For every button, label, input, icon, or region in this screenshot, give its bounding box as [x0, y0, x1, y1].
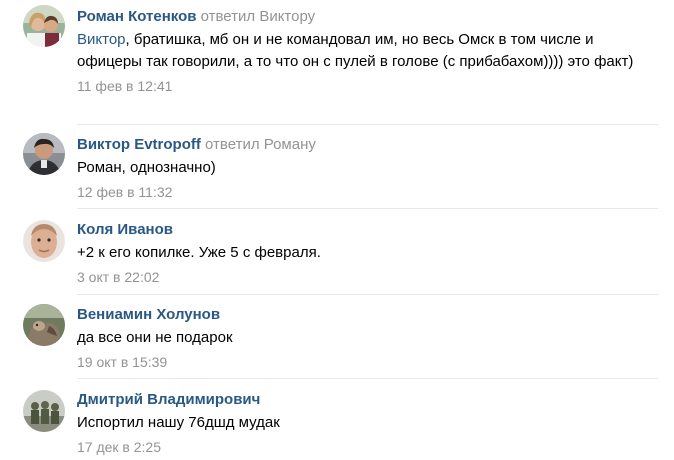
comment-header: Роман Котенков ответил Виктору [77, 7, 658, 26]
comment-text-body: Роман, однозначно) [77, 159, 216, 176]
comment-text-body: Испортил нашу 76дшд мудак [77, 414, 280, 431]
comment-date[interactable]: 17 дек в 2:25 [77, 438, 658, 456]
avatar[interactable] [23, 304, 65, 346]
comment-text: +2 к его копилке. Уже 5 с февраля. [77, 242, 658, 264]
divider [77, 208, 658, 209]
divider [77, 124, 658, 125]
comment-text: Роман, однозначно) [77, 157, 658, 179]
author-link[interactable]: Вениамин Холунов [77, 306, 220, 323]
author-link[interactable]: Роман Котенков [77, 8, 196, 25]
divider [77, 294, 658, 295]
comment-header: Дмитрий Владимирович [77, 390, 658, 409]
mention-link[interactable]: Виктор [77, 31, 126, 48]
reply-label[interactable]: ответил Виктору [201, 8, 316, 25]
avatar-man-photo [23, 133, 65, 175]
comment-header: Вениамин Холунов [77, 305, 658, 324]
comment-text-body: +2 к его копилке. Уже 5 с февраля. [77, 244, 321, 261]
author-link[interactable]: Дмитрий Владимирович [77, 391, 260, 408]
comment-text: да все они не подарок [77, 327, 658, 349]
author-link[interactable]: Виктор Evtropoff [77, 136, 201, 153]
avatar[interactable] [23, 220, 65, 262]
avatar[interactable] [23, 390, 65, 432]
avatar-animal-photo [23, 304, 65, 346]
reply-label[interactable]: ответил Роману [205, 136, 316, 153]
avatar[interactable] [23, 133, 65, 175]
comment-header: Коля Иванов [77, 220, 658, 239]
comment-date[interactable]: 11 фев в 12:41 [77, 77, 658, 95]
comment-date[interactable]: 3 окт в 22:02 [77, 268, 658, 286]
comment-text: Виктор, братишка, мб он и не командовал … [77, 29, 658, 73]
author-link[interactable]: Коля Иванов [77, 221, 173, 238]
avatar-soldiers-photo [23, 390, 65, 432]
comment-date[interactable]: 12 фев в 11:32 [77, 183, 658, 201]
avatar[interactable] [23, 5, 65, 47]
avatar-face-photo [23, 220, 65, 262]
comment-text-body: да все они не подарок [77, 329, 233, 346]
comment-date[interactable]: 19 окт в 15:39 [77, 353, 658, 371]
avatar-couple-photo [23, 5, 65, 47]
comment-text-body: , братишка, мб он и не командовал им, но… [77, 31, 634, 70]
comment-text: Испортил нашу 76дшд мудак [77, 412, 658, 434]
comment-header: Виктор Evtropoff ответил Роману [77, 135, 658, 154]
divider [77, 378, 658, 379]
